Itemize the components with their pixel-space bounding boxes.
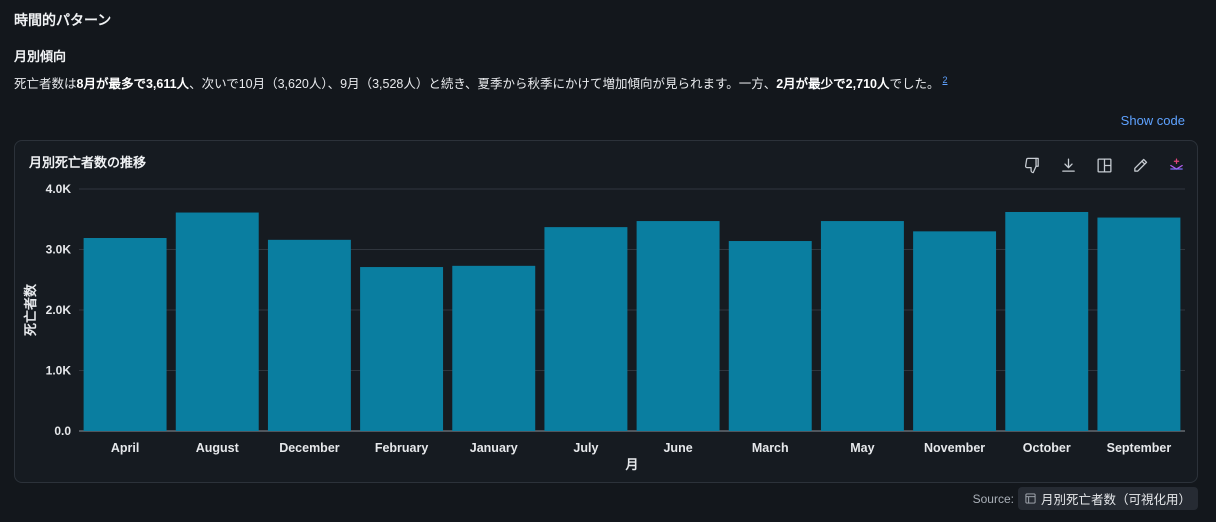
x-tick-label: April — [111, 441, 139, 455]
y-tick-label: 3.0K — [46, 243, 72, 257]
source-label: Source: — [972, 491, 1014, 506]
footnote-link[interactable]: 2 — [942, 75, 947, 85]
summary-part-2: 、次いで10月（3,620人）、9月（3,528人）と続き、夏季から秋季にかけて… — [189, 77, 777, 91]
y-tick-label: 4.0K — [46, 182, 72, 196]
x-tick-label: October — [1023, 441, 1071, 455]
x-tick-label: June — [663, 441, 692, 455]
summary-part-1: 死亡者数は — [14, 77, 77, 91]
chart-title: 月別死亡者数の推移 — [29, 155, 147, 170]
x-tick-label: December — [279, 441, 340, 455]
x-tick-label: July — [573, 441, 598, 455]
y-axis-title: 死亡者数 — [23, 283, 39, 336]
bar-april — [83, 238, 167, 431]
y-tick-label: 1.0K — [46, 364, 72, 378]
table-icon — [1025, 493, 1036, 504]
show-code-link[interactable]: Show code — [1121, 113, 1185, 128]
summary-bold-1: 8月が最多で3,611人 — [76, 77, 190, 91]
bar-september — [1097, 217, 1181, 431]
download-icon[interactable] — [1057, 154, 1079, 176]
chart-toolbar — [1021, 154, 1187, 176]
edit-icon[interactable] — [1129, 154, 1151, 176]
sub-title: 月別傾向 — [14, 49, 67, 64]
y-tick-label: 0.0 — [54, 424, 71, 438]
thumbs-down-icon[interactable] — [1021, 154, 1043, 176]
bar-chart: 0.0 1.0K 2.0K 3.0K 4.0K April August December Fe… — [23, 182, 1185, 473]
bar-july — [544, 227, 628, 431]
bar-february — [360, 267, 444, 431]
x-tick-label: May — [850, 441, 874, 455]
bar-august — [175, 212, 259, 431]
x-axis-title: 月 — [624, 458, 638, 473]
bar-may — [820, 221, 904, 431]
x-tick-label: February — [375, 441, 429, 455]
source-row: Source: 月別死亡者数（可視化用） — [973, 487, 1198, 510]
bar-june — [636, 221, 720, 431]
bar-january — [452, 265, 536, 431]
x-tick-label: November — [924, 441, 985, 455]
source-chip[interactable]: 月別死亡者数（可視化用） — [1017, 487, 1198, 510]
bar-november — [913, 231, 997, 431]
layout-icon[interactable] — [1093, 154, 1115, 176]
bar-october — [1005, 211, 1089, 431]
chart-card: 0.0 1.0K 2.0K 3.0K 4.0K April August December Fe… — [14, 140, 1198, 483]
x-tick-label: September — [1107, 441, 1172, 455]
bar-march — [728, 241, 812, 431]
x-tick-label: January — [470, 441, 518, 455]
x-tick-label: March — [752, 441, 789, 455]
summary-bold-2: 2月が最少で2,710人 — [776, 77, 890, 91]
y-tick-label: 2.0K — [46, 303, 72, 317]
bar-december — [267, 239, 351, 431]
summary-part-3: でした。 — [889, 77, 940, 91]
x-tick-label: August — [196, 441, 240, 455]
summary-text: 死亡者数は8月が最多で3,611人、次いで10月（3,620人）、9月（3,52… — [14, 73, 948, 92]
section-title: 時間的パターン — [14, 12, 112, 28]
sparkle-icon[interactable] — [1165, 154, 1187, 176]
source-name: 月別死亡者数（可視化用） — [1040, 493, 1191, 507]
